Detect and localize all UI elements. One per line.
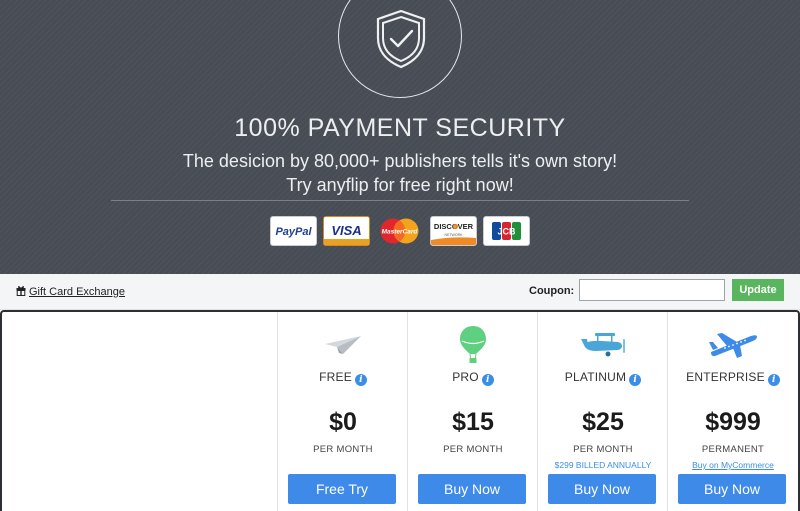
mastercard-logo: MasterCard	[376, 216, 423, 246]
hero-subtitle-line1: The desicion by 80,000+ publishers tells…	[182, 151, 618, 171]
plan-pro: PRO i $15 PER MONTH Buy Now	[407, 312, 537, 511]
plan-name: FREE i	[278, 370, 408, 386]
plan-period: PERMANENT	[701, 444, 765, 455]
plan-period: PER MONTH	[313, 444, 373, 455]
plan-price: $0	[329, 408, 357, 436]
pro-buy-now-button[interactable]: Buy Now	[418, 474, 526, 504]
paypal-text: PayPal	[275, 226, 312, 238]
hero-title: 100% PAYMENT SECURITY	[234, 114, 566, 142]
coupon-input[interactable]	[579, 279, 725, 301]
jcb-text: JCB	[497, 227, 516, 237]
gift-card-exchange-link[interactable]: Gift Card Exchange	[16, 285, 125, 299]
gift-card-exchange-label: Gift Card Exchange	[29, 286, 125, 298]
info-icon[interactable]: i	[354, 374, 367, 386]
plan-period: PER MONTH	[573, 444, 633, 455]
plan-name: ENTERPRISE i	[668, 370, 798, 386]
mastercard-text: MasterCard	[382, 229, 419, 236]
discover-logo: DISCOVER NETWORK	[430, 216, 477, 246]
plan-name: PLATINUM i	[538, 370, 668, 386]
discover-sub-text: NETWORK	[445, 233, 464, 237]
info-icon[interactable]: i	[629, 374, 642, 386]
visa-logo: VISA	[323, 216, 370, 246]
plan-name-text: PLATINUM	[564, 370, 627, 384]
payment-security-banner: 100% PAYMENT SECURITY The desicion by 80…	[0, 0, 800, 274]
enterprise-buy-now-button[interactable]: Buy Now	[678, 474, 786, 504]
plan-name-text: FREE	[319, 370, 352, 384]
plan-name-text: PRO	[452, 370, 479, 384]
info-icon[interactable]: i	[767, 374, 780, 386]
update-coupon-button[interactable]: Update	[732, 279, 784, 301]
plan-enterprise: ENTERPRISE i $999 PERMANENT Buy on MyComm…	[667, 312, 797, 511]
hero-divider	[111, 200, 689, 201]
gift-icon	[16, 285, 26, 299]
coupon-label: Coupon:	[529, 285, 575, 297]
plan-price: $15	[452, 408, 494, 436]
paypal-logo: PayPal	[270, 216, 317, 246]
platinum-buy-now-button[interactable]: Buy Now	[548, 474, 656, 504]
plan-platinum: PLATINUM i $25 PER MONTH $299 BILLED ANNU…	[537, 312, 667, 511]
plan-name: PRO i	[408, 370, 538, 386]
airliner-icon	[668, 324, 798, 364]
paper-plane-icon	[278, 324, 408, 364]
jcb-logo: JCB	[483, 216, 530, 246]
biplane-icon	[538, 324, 668, 364]
plan-name-text: ENTERPRISE	[686, 370, 765, 384]
plan-price: $25	[582, 408, 624, 436]
coupon-toolbar: Gift Card Exchange Coupon: Update	[0, 274, 800, 310]
pricing-table: FREE i $0 PER MONTH Free Try PRO i $15 PER…	[0, 310, 800, 511]
hot-air-balloon-icon	[408, 324, 538, 364]
billed-annually-note: $299 BILLED ANNUALLY	[554, 460, 652, 470]
shield-badge	[338, 0, 462, 98]
free-try-button[interactable]: Free Try	[288, 474, 396, 504]
plan-period: PER MONTH	[443, 444, 503, 455]
visa-text: VISA	[331, 223, 361, 238]
shield-check-icon	[376, 9, 426, 69]
buy-on-mycommerce-link[interactable]: Buy on MyCommerce	[668, 460, 798, 470]
plan-free: FREE i $0 PER MONTH Free Try	[277, 312, 407, 511]
info-icon[interactable]: i	[481, 374, 494, 386]
hero-subtitle-line2: Try anyflip for free right now!	[286, 175, 514, 195]
plan-price: $999	[705, 408, 761, 436]
